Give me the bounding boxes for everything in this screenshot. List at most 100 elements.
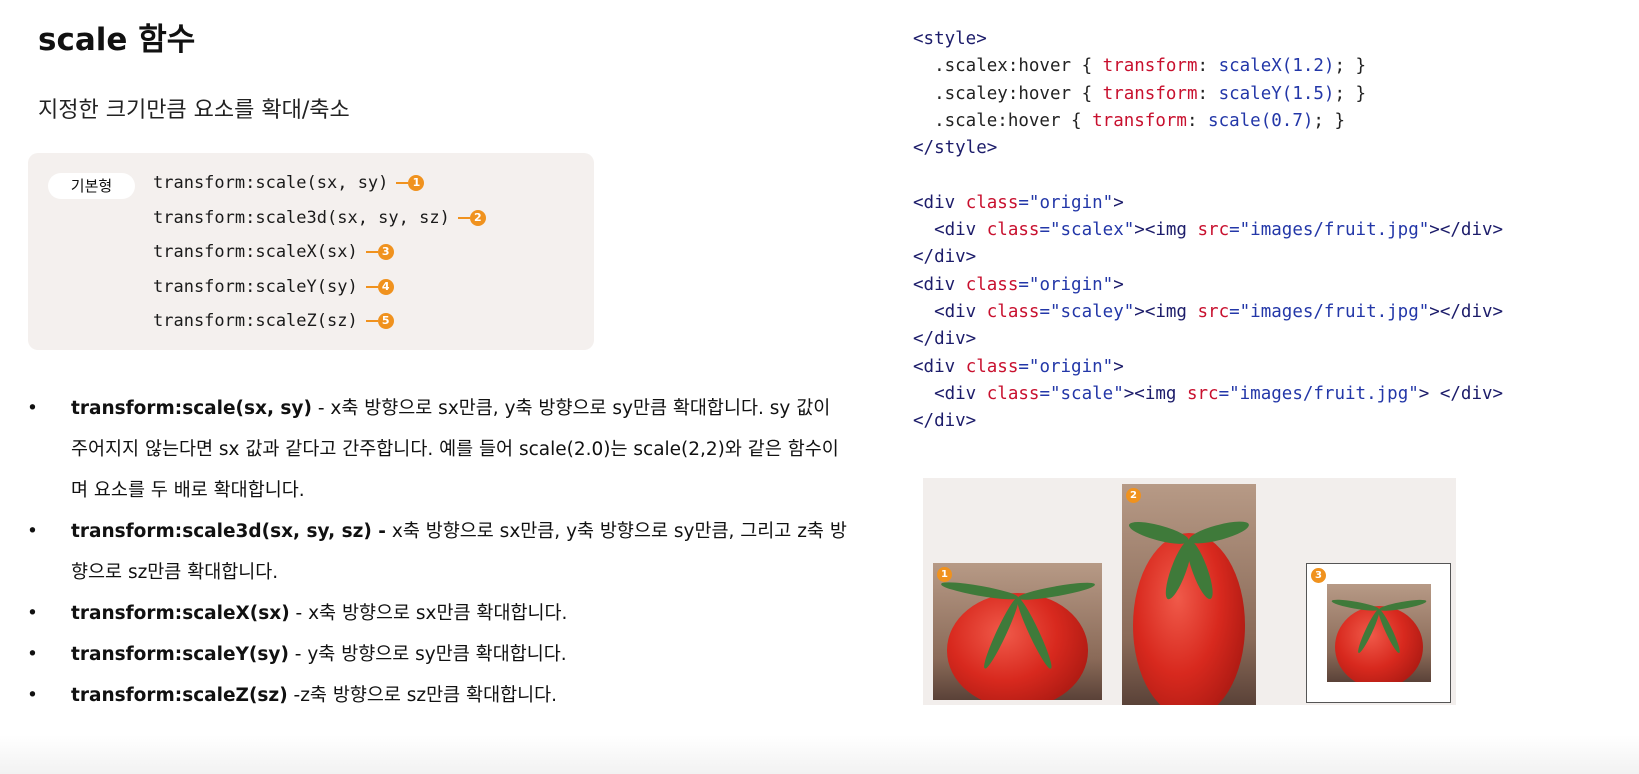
- code-token: ="scale": [1039, 383, 1124, 404]
- code-line: <style>: [913, 26, 1503, 53]
- code-line: .scale:hover { transform: scale(0.7); }: [913, 108, 1503, 135]
- number-badge: 2: [469, 209, 486, 226]
- code-block: <style> .scalex:hover { transform: scale…: [913, 26, 1503, 435]
- syntax-line: transform:scaleY(sy) 4: [153, 277, 394, 297]
- number-marker: 2: [457, 209, 486, 226]
- code-token: ="images/fruit.jpg": [1229, 220, 1430, 241]
- code-token: ="origin": [1018, 192, 1114, 213]
- code-token: ></div>: [1429, 301, 1504, 322]
- code-token: >: [1113, 192, 1124, 213]
- code-token: class: [965, 356, 1019, 377]
- syntax-code: transform:scaleY(sy): [153, 276, 358, 297]
- bottom-bar: [0, 735, 1639, 774]
- tomato-image-scalex[interactable]: 1: [933, 563, 1102, 700]
- code-line: <div class="scaley"><img src="images/fru…: [913, 299, 1503, 326]
- bullet-item: transform:scaleZ(sz) -z축 방향으로 sz만큼 확대합니다…: [22, 675, 852, 716]
- bullet-desc: - x축 방향으로 sx만큼 확대합니다.: [289, 603, 568, 624]
- code-token: scaleX(1.2): [1218, 56, 1335, 77]
- bullet-desc: -z축 방향으로 sz만큼 확대합니다.: [287, 685, 558, 706]
- code-token: <div: [913, 220, 987, 241]
- code-token: >: [1113, 274, 1124, 295]
- code-token: </div>: [913, 329, 977, 350]
- code-token: src: [1197, 220, 1230, 241]
- number-marker: 5: [365, 313, 394, 329]
- code-token: ; }: [1334, 56, 1367, 77]
- code-token: <div: [913, 301, 987, 322]
- code-line: <div class="origin">: [913, 354, 1503, 381]
- syntax-code: transform:scale(sx, sy): [153, 173, 389, 193]
- code-token: :: [1197, 83, 1219, 104]
- scale-frame: 3: [1306, 563, 1451, 703]
- bullet-item: transform:scale(sx, sy) - x축 방향으로 sx만큼, …: [22, 388, 852, 511]
- syntax-code: transform:scaleX(sx): [153, 242, 358, 262]
- code-line: </div>: [913, 326, 1503, 353]
- code-line: </div>: [913, 408, 1503, 435]
- bullet-desc: - y축 방향으로 sy만큼 확대합니다.: [288, 644, 567, 665]
- code-token: class: [986, 383, 1040, 404]
- scale-demo: 1 2 3: [923, 478, 1456, 705]
- number-badge: 4: [377, 278, 394, 295]
- syntax-line: transform:scaleX(sx) 3: [153, 242, 394, 262]
- code-token: class: [986, 220, 1040, 241]
- code-token: .scalex:hover {: [913, 56, 1103, 77]
- code-token: scale(0.7): [1208, 110, 1314, 131]
- syntax-badge: 기본형: [48, 173, 135, 199]
- code-token: scaleY(1.5): [1218, 83, 1335, 104]
- bullet-term: transform:scaleY(sy): [71, 644, 289, 665]
- syntax-line: transform:scaleZ(sz) 5: [153, 311, 394, 331]
- code-line: </div>: [913, 244, 1503, 271]
- number-badge: 5: [377, 313, 394, 329]
- code-token: ="scaley": [1039, 301, 1135, 322]
- syntax-code: transform:scale3d(sx, sy, sz): [153, 207, 450, 228]
- code-token: class: [965, 192, 1019, 213]
- bullet-term: transform:scaleZ(sz): [71, 685, 288, 706]
- code-token: </style>: [913, 138, 998, 159]
- bullet-item: transform:scaleY(sy) - y축 방향으로 sy만큼 확대합니…: [22, 634, 852, 675]
- code-token: transform: [1102, 83, 1198, 104]
- code-token: <div: [913, 383, 987, 404]
- code-token: ; }: [1313, 110, 1345, 131]
- bullet-list: transform:scale(sx, sy) - x축 방향으로 sx만큼, …: [22, 388, 852, 716]
- syntax-box: 기본형 transform:scale(sx, sy) 1 transform:sc…: [28, 153, 594, 350]
- code-token: ="images/fruit.jpg": [1229, 301, 1430, 322]
- syntax-line: transform:scale(sx, sy) 1: [153, 173, 425, 193]
- code-token: class: [986, 301, 1040, 322]
- code-token: ="scalex": [1039, 220, 1135, 241]
- code-token: ="origin": [1018, 356, 1114, 377]
- number-badge: 1: [408, 175, 425, 191]
- code-token: :: [1197, 56, 1219, 77]
- code-token: class: [965, 274, 1019, 295]
- demo-label: 1: [937, 567, 952, 582]
- tomato-image-scale[interactable]: [1327, 584, 1431, 682]
- bullet-item: transform:scale3d(sx, sy, sz) - x축 방향으로 …: [22, 511, 852, 593]
- code-token: <div: [913, 274, 966, 295]
- tomato-image-scaley[interactable]: 2: [1122, 484, 1256, 705]
- code-token: transform: [1102, 56, 1198, 77]
- bullet-item: transform:scaleX(sx) - x축 방향으로 sx만큼 확대합니…: [22, 593, 852, 634]
- code-token: > </div>: [1418, 383, 1504, 404]
- code-line: <div class="scalex"><img src="images/fru…: [913, 217, 1503, 244]
- code-token: <div: [913, 356, 966, 377]
- code-token: src: [1186, 383, 1219, 404]
- code-token: .scaley:hover {: [913, 83, 1103, 104]
- bullet-term: transform:scale(sx, sy): [71, 398, 312, 419]
- code-token: >: [1113, 356, 1124, 377]
- demo-label: 3: [1311, 568, 1326, 583]
- code-line: .scaley:hover { transform: scaleY(1.5); …: [913, 81, 1503, 108]
- code-line: <div class="scale"><img src="images/frui…: [913, 381, 1503, 408]
- number-marker: 1: [396, 175, 425, 191]
- code-token: ></div>: [1429, 220, 1504, 241]
- number-marker: 4: [365, 278, 394, 295]
- number-badge: 3: [377, 244, 394, 260]
- number-marker: 3: [365, 244, 394, 260]
- code-token: :: [1186, 110, 1209, 131]
- code-line: <div class="origin">: [913, 272, 1503, 299]
- code-token: <div: [913, 192, 966, 213]
- code-token: ><img: [1134, 220, 1198, 241]
- code-token: ><img: [1123, 383, 1187, 404]
- syntax-code: transform:scaleZ(sz): [153, 311, 358, 331]
- code-token: ><img: [1134, 301, 1198, 322]
- code-token: </div>: [913, 411, 977, 432]
- code-token: <style>: [913, 29, 987, 49]
